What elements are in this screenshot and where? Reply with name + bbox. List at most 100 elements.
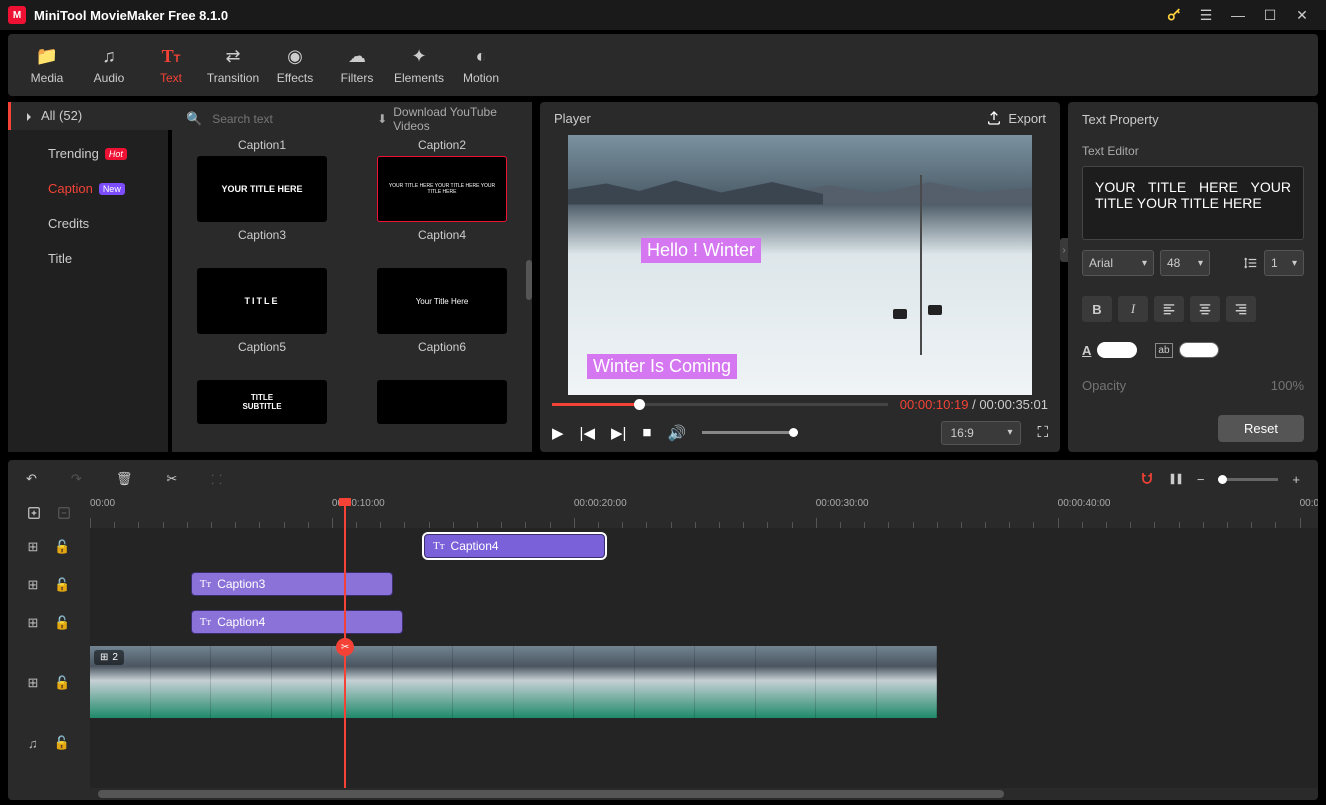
activate-key-icon[interactable] — [1158, 0, 1190, 30]
play-button[interactable]: ▶ — [552, 424, 564, 442]
category-credits[interactable]: Credits — [8, 206, 168, 241]
thumb-caption8[interactable] — [377, 380, 507, 446]
thumb-caption3[interactable]: YOUR TITLE HERE Caption3 — [197, 156, 327, 264]
highlight-color-swatch[interactable] — [1179, 342, 1219, 358]
text-track-1[interactable]: Tᴛ Caption4 — [90, 528, 1318, 566]
align-left-button[interactable] — [1154, 296, 1184, 322]
volume-slider[interactable] — [702, 431, 798, 434]
timeline-tracks-area[interactable]: 00:0000:00:10:0000:00:20:0000:00:30:0000… — [90, 498, 1318, 788]
category-title[interactable]: Title — [8, 241, 168, 276]
minimize-button[interactable]: — — [1222, 0, 1254, 30]
player-seek-bar[interactable] — [552, 403, 888, 406]
thumb-caption5[interactable]: TITLE Caption5 — [197, 268, 327, 376]
timeline-playhead[interactable]: ✂ — [344, 498, 346, 788]
search-input[interactable] — [212, 112, 367, 126]
track-headers: ⊞🔓 ⊞🔓 ⊞🔓 ⊞🔓 ♫🔓 — [8, 498, 90, 788]
menu-icon[interactable]: ☰ — [1190, 0, 1222, 30]
category-trending[interactable]: Trending Hot — [8, 136, 168, 171]
audio-track[interactable] — [90, 724, 1318, 762]
collapse-handle[interactable]: › — [1060, 238, 1068, 262]
thumb-caption4[interactable]: YOUR TITLE HERE YOUR TITLE HERE YOUR TIT… — [377, 156, 507, 264]
text-color-icon[interactable]: A — [1082, 343, 1091, 358]
tab-transition[interactable]: ⇄ Transition — [202, 37, 264, 93]
font-size-select[interactable]: 48▾ — [1160, 250, 1210, 276]
font-family-select[interactable]: Arial▾ — [1082, 250, 1154, 276]
main-toolbar: 📁 Media ♫ Audio TT Text ⇄ Transition ◉ E… — [8, 34, 1318, 96]
motion-icon: ◐ — [476, 46, 487, 67]
app-title: MiniTool MovieMaker Free 8.1.0 — [34, 8, 228, 23]
track-display-button[interactable] — [1169, 472, 1183, 486]
video-clip[interactable]: ⊞ 2 — [90, 646, 937, 718]
video-track[interactable]: ⊞ 2 — [90, 642, 1318, 724]
line-spacing-icon — [1244, 256, 1258, 270]
split-button[interactable]: ✂ — [166, 471, 177, 487]
lock-icon[interactable]: 🔓 — [54, 539, 70, 555]
text-track-2[interactable]: Tᴛ Caption3 — [90, 566, 1318, 604]
italic-button[interactable]: I — [1118, 296, 1148, 322]
overlay-text-2: Winter Is Coming — [587, 354, 737, 379]
download-youtube-link[interactable]: ⬇ Download YouTube Videos — [377, 105, 518, 133]
reset-button[interactable]: Reset — [1218, 415, 1304, 442]
export-button[interactable]: Export — [986, 110, 1046, 126]
lock-icon[interactable]: 🔓 — [54, 675, 70, 691]
tab-media[interactable]: 📁 Media — [16, 37, 78, 93]
add-track-button[interactable] — [27, 506, 41, 520]
line-spacing-select[interactable]: 1▾ — [1264, 250, 1304, 276]
remove-track-button[interactable] — [57, 506, 71, 520]
music-icon: ♫ — [102, 46, 116, 67]
tab-audio[interactable]: ♫ Audio — [78, 37, 140, 93]
timeline-ruler[interactable]: 00:0000:00:10:0000:00:20:0000:00:30:0000… — [90, 498, 1318, 528]
align-right-button[interactable] — [1226, 296, 1256, 322]
prev-frame-button[interactable]: |◀ — [580, 424, 595, 442]
stop-button[interactable]: ■ — [642, 424, 651, 441]
caption-clip-3[interactable]: Tᴛ Caption3 — [191, 572, 394, 596]
thumbnail-grid[interactable]: Caption1 Caption2 YOUR TITLE HERE Captio… — [172, 110, 532, 452]
category-caption[interactable]: Caption New — [8, 171, 168, 206]
close-button[interactable]: ✕ — [1286, 0, 1318, 30]
bold-button[interactable]: B — [1082, 296, 1112, 322]
aspect-ratio-select[interactable]: 16:9 ▾ — [941, 421, 1021, 445]
tab-text[interactable]: TT Text — [140, 37, 202, 93]
tab-effects[interactable]: ◉ Effects — [264, 37, 326, 93]
align-center-button[interactable] — [1190, 296, 1220, 322]
caption-clip-4b[interactable]: Tᴛ Caption4 — [424, 534, 605, 558]
zoom-slider[interactable] — [1218, 478, 1278, 481]
opacity-value: 100% — [1271, 378, 1304, 393]
redo-button[interactable]: ↷ — [71, 471, 82, 487]
zoom-in-button[interactable]: + — [1292, 472, 1300, 487]
maximize-button[interactable]: ☐ — [1254, 0, 1286, 30]
timeline-h-scrollbar[interactable] — [16, 790, 1310, 798]
caption-clip-4[interactable]: Tᴛ Caption4 — [191, 610, 403, 634]
next-frame-button[interactable]: ▶| — [611, 424, 626, 442]
zoom-out-button[interactable]: − — [1197, 472, 1205, 487]
props-title: Text Property — [1082, 112, 1159, 127]
fullscreen-button[interactable]: ⛶ — [1037, 424, 1048, 441]
video-track-icon: ⊞ — [27, 675, 38, 691]
thumb-caption6[interactable]: Your Title Here Caption6 — [377, 268, 507, 376]
text-editor-input[interactable]: YOUR TITLE HERE YOUR TITLE YOUR TITLE HE… — [1082, 166, 1304, 240]
time-current: 00:00:10:19 — [900, 397, 969, 412]
clip-count-badge: ⊞ 2 — [94, 650, 124, 665]
text-icon: Tᴛ — [200, 616, 212, 628]
tab-elements[interactable]: ✦ Elements — [388, 37, 450, 93]
delete-button[interactable]: 🗑 — [116, 471, 133, 487]
library-scrollbar[interactable] — [526, 136, 532, 452]
opacity-label: Opacity — [1082, 378, 1126, 393]
magnet-button[interactable] — [1139, 471, 1155, 487]
undo-button[interactable]: ↶ — [26, 471, 37, 487]
lock-icon[interactable]: 🔓 — [54, 615, 70, 631]
timeline-panel: ↶ ↷ 🗑 ✂ ⸬ − + ⊞ 🔓 — [8, 460, 1318, 800]
lock-icon[interactable]: 🔓 — [54, 735, 70, 751]
player-video-preview[interactable]: Hello ! Winter Winter Is Coming — [568, 135, 1032, 395]
text-track-3[interactable]: Tᴛ Caption4 — [90, 604, 1318, 642]
highlight-color-icon[interactable]: ab — [1155, 343, 1172, 358]
volume-icon[interactable]: 🔊 — [667, 424, 686, 442]
thumb-caption7[interactable]: TITLE SUBTITLE — [197, 380, 327, 446]
hot-badge: Hot — [105, 148, 127, 160]
time-total: 00:00:35:01 — [979, 397, 1048, 412]
tab-filters[interactable]: ☁ Filters — [326, 37, 388, 93]
text-color-swatch[interactable] — [1097, 342, 1137, 358]
crop-button[interactable]: ⸬ — [211, 470, 222, 488]
lock-icon[interactable]: 🔓 — [54, 577, 70, 593]
tab-motion[interactable]: ◐ Motion — [450, 37, 512, 93]
